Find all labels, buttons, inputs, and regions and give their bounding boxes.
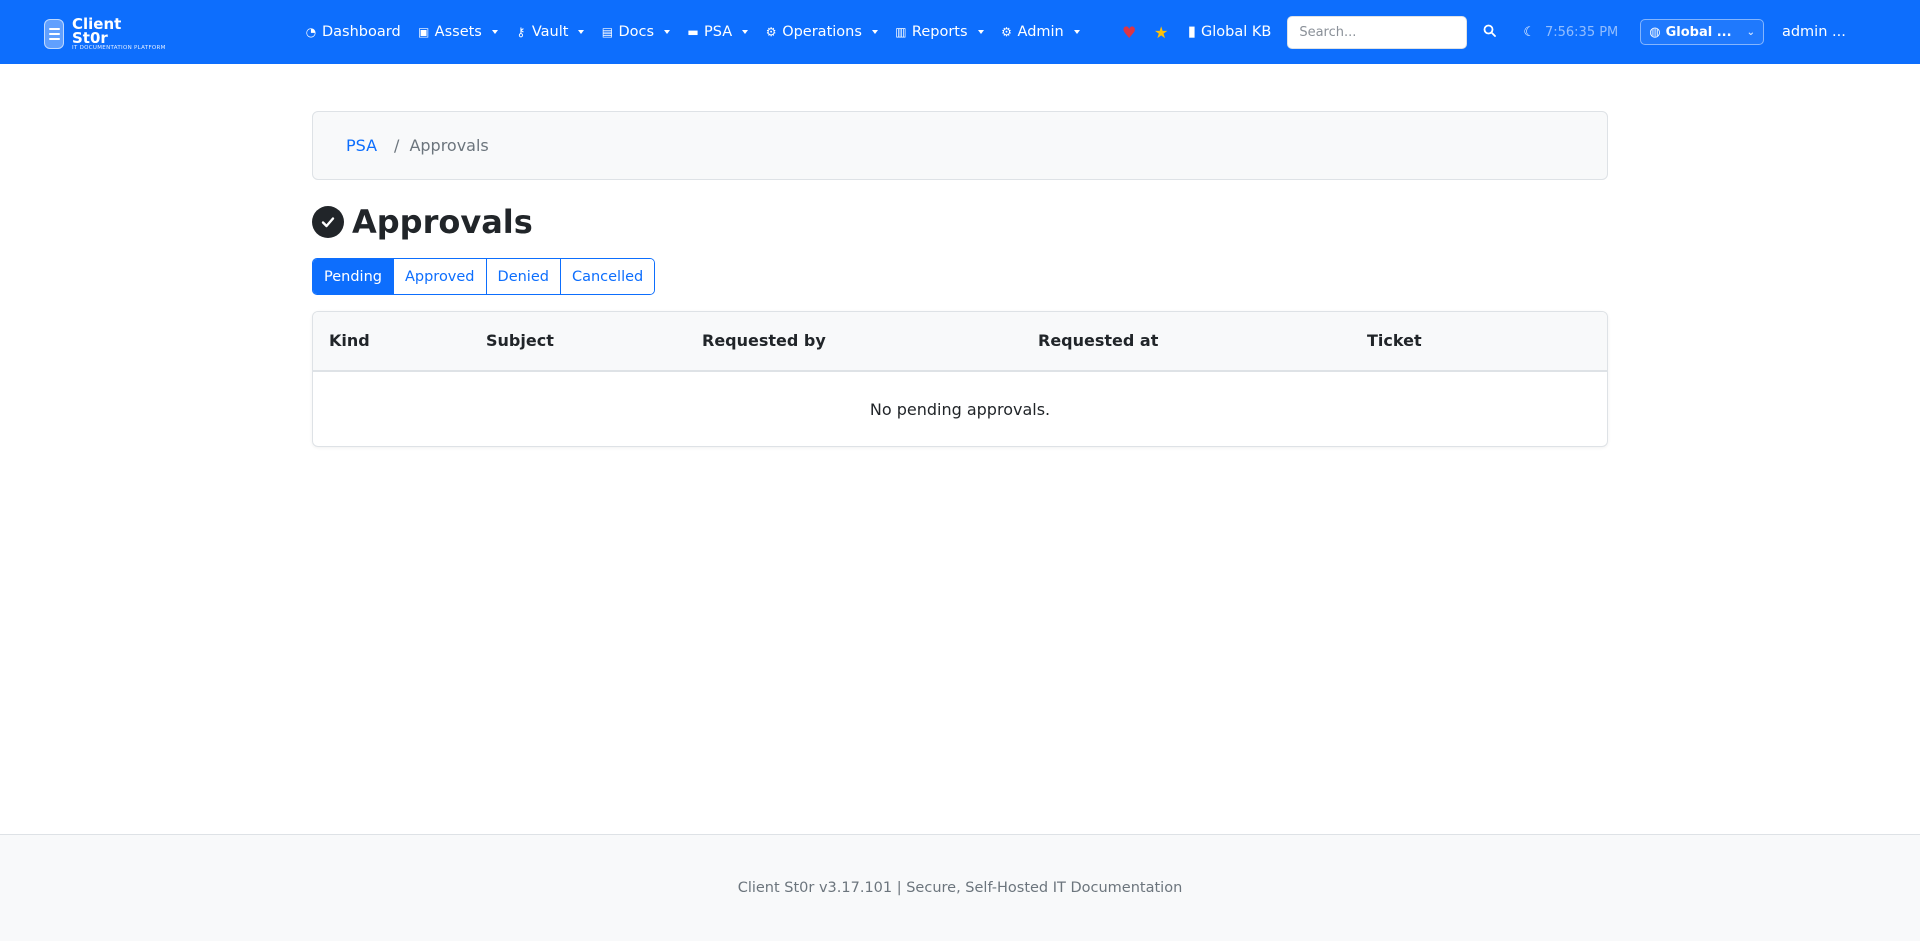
caret-down-icon	[664, 30, 671, 34]
nav-vault-label: Vault	[531, 24, 569, 40]
chart-icon: ▥	[895, 25, 907, 39]
caret-down-icon	[742, 30, 749, 34]
nav-dashboard[interactable]: ◔ Dashboard	[296, 0, 409, 64]
global-kb-link[interactable]: ▮ Global KB	[1188, 24, 1271, 40]
gauge-icon: ◔	[305, 25, 317, 39]
check-circle-icon	[312, 206, 344, 238]
tab-approved[interactable]: Approved	[392, 259, 486, 294]
caret-down-icon	[491, 30, 498, 34]
brand-logo[interactable]: Client St0r IT DOCUMENTATION PLATFORM	[44, 17, 166, 52]
gear-icon: ⚙	[1001, 25, 1012, 39]
tenant-label: Global ...	[1665, 24, 1732, 40]
status-tabs: Pending Approved Denied Cancelled	[312, 258, 656, 295]
file-icon: ▤	[601, 25, 614, 39]
column-header-subject: Subject	[486, 331, 554, 350]
breadcrumb-separator: /	[394, 136, 400, 155]
nav-reports-label: Reports	[911, 24, 968, 40]
main-nav: ◔ Dashboard ▣ Assets ⚷ Vault ▤ Docs ▬ PS…	[296, 0, 1088, 64]
page-title: Approvals	[312, 203, 533, 241]
nav-psa[interactable]: ▬ PSA	[678, 0, 756, 64]
nav-docs-label: Docs	[618, 24, 655, 40]
ticket-icon: ▬	[687, 25, 699, 39]
caret-down-icon	[578, 30, 585, 34]
breadcrumb-psa-link[interactable]: PSA	[346, 136, 377, 155]
footer-text: Client St0r v3.17.101 | Secure, Self-Hos…	[737, 880, 1183, 896]
nav-utilities: ♥ ★ ▮ Global KB ☾ 7:56:35 PM ◍ Global ..…	[1120, 0, 1846, 64]
breadcrumb: PSA / Approvals	[312, 111, 1608, 180]
book-icon: ▮	[1188, 24, 1196, 40]
clock-display: 7:56:35 PM	[1544, 24, 1619, 40]
moon-icon[interactable]: ☾	[1523, 25, 1535, 40]
nav-assets[interactable]: ▣ Assets	[409, 0, 506, 64]
column-header-requested-by: Requested by	[702, 331, 826, 350]
page-title-text: Approvals	[352, 203, 533, 241]
nav-reports[interactable]: ▥ Reports	[886, 0, 992, 64]
nav-admin-label: Admin	[1017, 24, 1064, 40]
footer: Client St0r v3.17.101 | Secure, Self-Hos…	[0, 834, 1920, 941]
caret-down-icon	[977, 30, 984, 34]
nav-assets-label: Assets	[434, 24, 482, 40]
caret-down-icon	[871, 30, 878, 34]
tab-denied[interactable]: Denied	[485, 259, 560, 294]
key-icon: ⚷	[516, 25, 526, 39]
search-input[interactable]	[1287, 15, 1468, 49]
nav-dashboard-label: Dashboard	[322, 24, 401, 40]
approvals-table: Kind Subject Requested by Requested at T…	[312, 311, 1608, 447]
chevron-down-icon: ⌄	[1746, 26, 1755, 38]
heart-icon[interactable]: ♥	[1122, 23, 1142, 42]
server-icon	[44, 19, 64, 50]
table-empty-row: No pending approvals.	[313, 372, 1607, 446]
tab-cancelled[interactable]: Cancelled	[559, 259, 655, 294]
table-header: Kind Subject Requested by Requested at T…	[313, 312, 1607, 372]
gears-icon: ⚙	[765, 25, 777, 39]
globe-icon: ◍	[1649, 24, 1661, 40]
column-header-kind: Kind	[329, 331, 370, 350]
breadcrumb-current: Approvals	[409, 136, 489, 155]
nav-operations[interactable]: ⚙ Operations	[756, 0, 886, 64]
global-kb-label: Global KB	[1200, 24, 1272, 40]
nav-vault[interactable]: ⚷ Vault	[506, 0, 593, 64]
nav-admin[interactable]: ⚙ Admin	[992, 0, 1088, 64]
tab-pending[interactable]: Pending	[313, 259, 393, 294]
top-navbar: Client St0r IT DOCUMENTATION PLATFORM ◔ …	[0, 0, 1920, 64]
nav-psa-label: PSA	[704, 24, 733, 40]
brand-name: Client St0r	[72, 15, 122, 47]
tenant-selector[interactable]: ◍ Global ... ⌄	[1640, 19, 1764, 45]
nav-docs[interactable]: ▤ Docs	[592, 0, 678, 64]
star-icon[interactable]: ★	[1154, 23, 1174, 42]
column-header-ticket: Ticket	[1367, 331, 1422, 350]
box-icon: ▣	[418, 25, 430, 39]
brand-tagline: IT DOCUMENTATION PLATFORM	[72, 45, 166, 51]
nav-operations-label: Operations	[782, 24, 862, 40]
user-menu[interactable]: admin ...	[1782, 24, 1846, 40]
empty-message: No pending approvals.	[869, 399, 1051, 419]
column-header-requested-at: Requested at	[1038, 331, 1159, 350]
search-icon[interactable]	[1483, 24, 1501, 41]
caret-down-icon	[1073, 30, 1080, 34]
